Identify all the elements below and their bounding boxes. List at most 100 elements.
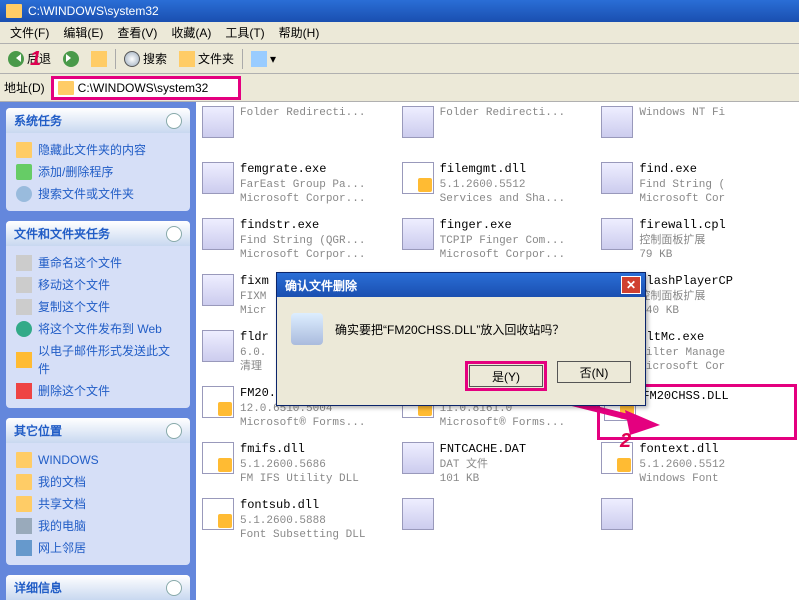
place-windows[interactable]: WINDOWS — [16, 449, 180, 471]
file-company: 79 KB — [639, 248, 725, 262]
file-icon — [402, 442, 434, 474]
task-publish[interactable]: 将这个文件发布到 Web — [16, 318, 180, 340]
file-item[interactable]: filemgmt.dll5.1.2600.5512Services and Sh… — [398, 160, 598, 216]
panel-header[interactable]: 文件和文件夹任务 — [6, 221, 190, 246]
file-item[interactable]: Folder Redirecti... — [198, 104, 398, 160]
back-icon — [8, 51, 24, 67]
file-icon — [202, 106, 234, 138]
menu-favorites[interactable]: 收藏(A) — [165, 22, 217, 43]
panel-other-places: 其它位置 WINDOWS 我的文档 共享文档 我的电脑 网上邻居 — [6, 418, 190, 565]
file-name: filemgmt.dll — [440, 162, 565, 178]
file-item[interactable] — [597, 496, 797, 552]
folders-button[interactable]: 文件夹 — [175, 48, 238, 69]
file-name: femgrate.exe — [240, 162, 365, 178]
file-desc: 5.1.2600.5512 — [440, 178, 565, 192]
copy-icon — [16, 299, 32, 315]
task-rename[interactable]: 重命名这个文件 — [16, 252, 180, 274]
menu-tools[interactable]: 工具(T) — [219, 22, 270, 43]
panel-file-tasks: 文件和文件夹任务 重命名这个文件 移动这个文件 复制这个文件 将这个文件发布到 … — [6, 221, 190, 408]
move-icon — [16, 277, 32, 293]
file-item[interactable] — [398, 496, 598, 552]
file-company: Font Subsetting DLL — [240, 528, 365, 542]
file-desc: TCPIP Finger Com... — [440, 234, 565, 248]
file-icon — [601, 498, 633, 530]
task-email[interactable]: 以电子邮件形式发送此文件 — [16, 340, 180, 380]
menu-view[interactable]: 查看(V) — [111, 22, 163, 43]
file-name: findstr.exe — [240, 218, 365, 234]
panel-header[interactable]: 详细信息 — [6, 575, 190, 600]
file-desc: Find String (QGR... — [240, 234, 365, 248]
yes-button[interactable]: 是(Y) — [469, 365, 543, 387]
menu-help[interactable]: 帮助(H) — [273, 22, 326, 43]
file-desc: Folder Redirecti... — [440, 106, 565, 120]
panel-title: 其它位置 — [14, 422, 62, 439]
forward-icon — [63, 51, 79, 67]
file-company: Micr — [240, 304, 269, 318]
recycle-bin-icon — [291, 313, 323, 345]
file-desc: 5.1.2600.5888 — [240, 514, 365, 528]
file-item[interactable]: firewall.cpl控制面板扩展79 KB — [597, 216, 797, 272]
close-button[interactable]: ✕ — [621, 276, 641, 294]
task-move[interactable]: 移动这个文件 — [16, 274, 180, 296]
menu-edit[interactable]: 编辑(E) — [57, 22, 109, 43]
dialog-title: 确认文件删除 — [285, 277, 357, 294]
file-item[interactable]: find.exeFind String (Microsoft Cor — [597, 160, 797, 216]
web-icon — [16, 321, 32, 337]
file-item[interactable]: femgrate.exeFarEast Group Pa...Microsoft… — [198, 160, 398, 216]
task-add-remove[interactable]: 添加/删除程序 — [16, 161, 180, 183]
folder-icon — [16, 142, 32, 158]
panel-header[interactable]: 系统任务 — [6, 108, 190, 133]
mail-icon — [16, 352, 32, 368]
yes-button-highlight: 是(Y) — [465, 361, 547, 391]
search-icon — [124, 51, 140, 67]
file-item[interactable]: Folder Redirecti... — [398, 104, 598, 160]
file-name: FNTCACHE.DAT — [440, 442, 526, 458]
file-item[interactable]: fontsub.dll5.1.2600.5888Font Subsetting … — [198, 496, 398, 552]
rename-icon — [16, 255, 32, 271]
address-input[interactable]: C:\WINDOWS\system32 — [51, 76, 241, 100]
views-button[interactable]: ▾ — [247, 49, 280, 69]
file-icon — [202, 274, 234, 306]
task-hide-contents[interactable]: 隐藏此文件夹的内容 — [16, 139, 180, 161]
file-item[interactable]: findstr.exeFind String (QGR...Microsoft … — [198, 216, 398, 272]
window-titlebar: C:\WINDOWS\system32 — [0, 0, 799, 22]
file-company: 140 KB — [639, 304, 733, 318]
dialog-titlebar[interactable]: 确认文件删除 ✕ — [277, 273, 645, 297]
collapse-icon — [166, 423, 182, 439]
file-name: fixm — [240, 274, 269, 290]
place-mydocs[interactable]: 我的文档 — [16, 471, 180, 493]
panel-header[interactable]: 其它位置 — [6, 418, 190, 443]
file-item[interactable]: finger.exeTCPIP Finger Com...Microsoft C… — [398, 216, 598, 272]
computer-icon — [16, 518, 32, 534]
no-button[interactable]: 否(N) — [557, 361, 631, 383]
place-network[interactable]: 网上邻居 — [16, 537, 180, 559]
file-item[interactable]: FNTCACHE.DATDAT 文件101 KB — [398, 440, 598, 496]
file-desc: FarEast Group Pa... — [240, 178, 365, 192]
confirm-delete-dialog: 确认文件删除 ✕ 确实要把“FM20CHSS.DLL”放入回收站吗？ 是(Y) … — [276, 272, 646, 406]
task-copy[interactable]: 复制这个文件 — [16, 296, 180, 318]
file-desc: 控制面板扩展 — [639, 234, 725, 248]
file-icon — [202, 162, 234, 194]
file-desc: 5.1.2600.5686 — [240, 458, 359, 472]
network-icon — [16, 540, 32, 556]
file-icon — [402, 218, 434, 250]
task-search[interactable]: 搜索文件或文件夹 — [16, 183, 180, 205]
search-button[interactable]: 搜索 — [120, 48, 171, 69]
collapse-icon — [166, 113, 182, 129]
file-item[interactable]: Windows NT Fi — [597, 104, 797, 160]
up-button[interactable] — [87, 49, 111, 69]
forward-button[interactable] — [59, 49, 83, 69]
annotation-1: 1 — [30, 48, 41, 71]
file-icon — [601, 218, 633, 250]
file-company: Services and Sha... — [440, 192, 565, 206]
task-delete[interactable]: 删除这个文件 — [16, 380, 180, 402]
file-item[interactable]: fmifs.dll5.1.2600.5686FM IFS Utility DLL — [198, 440, 398, 496]
collapse-icon — [166, 226, 182, 242]
file-name: finger.exe — [440, 218, 565, 234]
place-shared[interactable]: 共享文档 — [16, 493, 180, 515]
menu-file[interactable]: 文件(F) — [4, 22, 55, 43]
address-bar: 地址(D) C:\WINDOWS\system32 — [0, 74, 799, 102]
place-mycomputer[interactable]: 我的电脑 — [16, 515, 180, 537]
panel-title: 详细信息 — [14, 579, 62, 596]
file-icon — [202, 218, 234, 250]
